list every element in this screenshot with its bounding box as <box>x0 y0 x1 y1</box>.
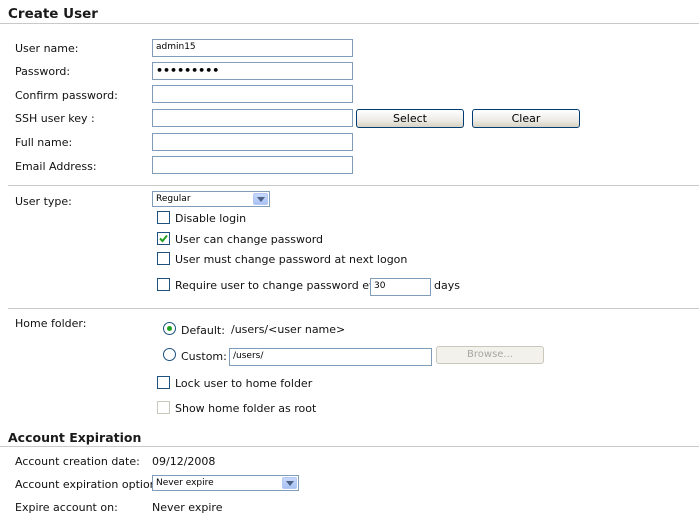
title-divider <box>0 23 699 24</box>
expiration-divider <box>0 446 699 447</box>
password-days-input[interactable]: 30 <box>370 278 431 296</box>
expiration-option-select[interactable]: Never expire <box>152 475 299 491</box>
browse-button[interactable]: Browse... <box>436 346 544 364</box>
creation-date-label: Account creation date: <box>15 455 140 468</box>
require-change-label: Require user to change password every <box>175 279 394 292</box>
default-home-radio[interactable] <box>163 322 176 335</box>
custom-home-input[interactable]: /users/ <box>229 348 432 366</box>
lock-home-checkbox[interactable] <box>157 376 170 389</box>
clear-ssh-key-button[interactable]: Clear <box>472 109 580 128</box>
show-home-root-checkbox[interactable] <box>157 401 170 414</box>
can-change-password-label: User can change password <box>175 233 324 246</box>
chevron-down-icon[interactable] <box>253 193 268 205</box>
ssh-user-key-label: SSH user key : <box>15 112 95 125</box>
must-change-password-checkbox[interactable] <box>157 252 170 265</box>
disable-login-checkbox[interactable] <box>157 211 170 224</box>
full-name-input[interactable] <box>152 133 353 151</box>
user-name-input[interactable]: admin15 <box>152 39 353 57</box>
confirm-password-label: Confirm password: <box>15 89 118 102</box>
account-expiration-title: Account Expiration <box>8 430 142 445</box>
section-divider <box>8 185 699 186</box>
home-folder-label: Home folder: <box>15 317 87 330</box>
chevron-down-icon[interactable] <box>282 477 297 489</box>
show-home-root-label: Show home folder as root <box>175 402 317 415</box>
select-ssh-key-button[interactable]: Select <box>356 109 464 128</box>
days-label: days <box>434 279 460 292</box>
confirm-password-input[interactable] <box>152 85 353 103</box>
email-address-input[interactable] <box>152 156 353 174</box>
radio-selected-dot <box>167 326 172 331</box>
password-label: Password: <box>15 65 71 78</box>
disable-login-label: Disable login <box>175 212 247 225</box>
user-type-selected: Regular <box>156 194 191 204</box>
password-input[interactable]: ••••••••• <box>152 62 353 80</box>
user-type-select[interactable]: Regular <box>152 191 270 207</box>
lock-home-label: Lock user to home folder <box>175 377 313 390</box>
check-icon <box>159 234 168 243</box>
expiration-option-label: Account expiration option: <box>15 478 161 491</box>
user-name-label: User name: <box>15 42 79 55</box>
require-change-checkbox[interactable] <box>157 278 170 291</box>
page-title: Create User <box>8 6 98 22</box>
default-home-label: Default: <box>181 324 225 337</box>
user-type-label: User type: <box>15 195 72 208</box>
section-divider <box>8 308 699 309</box>
creation-date-value: 09/12/2008 <box>152 455 216 468</box>
custom-home-radio[interactable] <box>163 348 176 361</box>
expire-on-value: Never expire <box>152 501 223 514</box>
ssh-user-key-input[interactable] <box>152 109 353 127</box>
must-change-password-label: User must change password at next logon <box>175 253 408 266</box>
expire-on-label: Expire account on: <box>15 501 118 514</box>
custom-home-label: Custom: <box>181 350 227 363</box>
email-address-label: Email Address: <box>15 160 97 173</box>
default-home-path: /users/<user name> <box>231 323 346 336</box>
expiration-option-selected: Never expire <box>156 478 214 488</box>
full-name-label: Full name: <box>15 136 73 149</box>
can-change-password-checkbox[interactable] <box>157 232 170 245</box>
